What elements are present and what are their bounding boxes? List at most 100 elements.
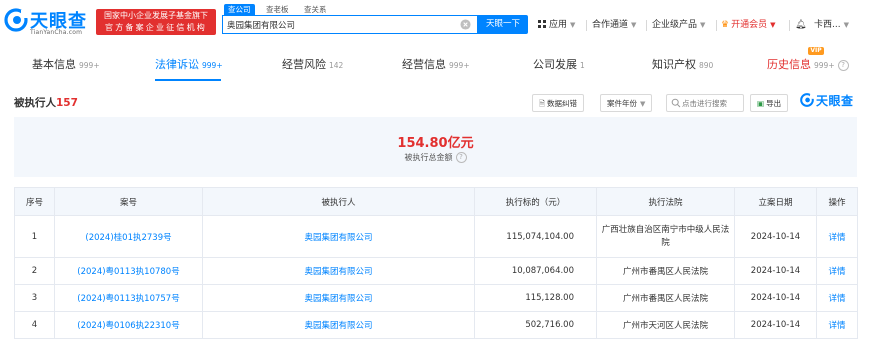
tab-count: 999+ <box>449 61 470 70</box>
tab-development[interactable]: 公司发展 1 <box>533 50 585 82</box>
vip-badge: VIP <box>808 47 824 55</box>
logo-mark-icon <box>4 8 28 32</box>
detail-link[interactable]: 详情 <box>816 284 858 312</box>
table-search-input[interactable] <box>682 97 742 109</box>
cell-court: 广州市番禺区人民法院 <box>596 284 735 312</box>
logo-mark-icon <box>800 93 814 107</box>
cell-no: 1 <box>14 215 55 258</box>
search-button[interactable]: 天眼一下 <box>478 15 528 34</box>
section-count: 157 <box>56 97 78 109</box>
cell-amount: 115,128.00 <box>474 284 597 312</box>
total-amount-label-text: 被执行总金额 <box>404 153 453 162</box>
data-correction-button[interactable]: 🗎︎ 数据纠错 <box>532 94 585 112</box>
tab-basic-info[interactable]: 基本信息 999+ <box>32 50 100 82</box>
chevron-down-icon: ▼ <box>631 21 637 29</box>
clear-icon[interactable] <box>460 19 471 30</box>
total-amount: 154.80亿元 <box>397 136 474 151</box>
case-number-link[interactable]: (2024)桂01执2739号 <box>54 215 203 258</box>
nav-user[interactable]: 卡西... ▼ <box>814 19 849 32</box>
nav-app[interactable]: 应用 ▼ <box>538 19 575 32</box>
party-link[interactable]: 奥园集团有限公司 <box>202 215 475 258</box>
nav-partner-label: 合作通道 <box>592 20 629 30</box>
tab-risk[interactable]: 经营风险 142 <box>282 50 343 82</box>
chevron-down-icon: ▼ <box>770 21 776 29</box>
case-number-link[interactable]: (2024)粤0106执22310号 <box>54 311 203 339</box>
cell-no: 2 <box>14 257 55 285</box>
cell-date: 2024-10-14 <box>734 284 817 312</box>
section-logo-text: 天眼查 <box>816 94 854 108</box>
detail-link[interactable]: 详情 <box>816 311 858 339</box>
tab-label: 基本信息 <box>32 58 76 71</box>
tab-label: 经营信息 <box>402 58 446 71</box>
col-header-date: 立案日期 <box>734 187 817 216</box>
detail-link[interactable]: 详情 <box>816 257 858 285</box>
gov-badge-line1: 国家中小企业发展子基金旗下 <box>104 11 208 20</box>
tab-count: 999+ <box>814 61 835 70</box>
nav-enterprise[interactable]: 企业级产品 ▼ <box>652 19 705 32</box>
nav-divider <box>716 20 717 31</box>
party-link[interactable]: 奥园集团有限公司 <box>202 284 475 312</box>
tab-count: 999+ <box>79 61 100 70</box>
col-header-action: 操作 <box>816 187 858 216</box>
case-number-link[interactable]: (2024)粤0113执10757号 <box>54 284 203 312</box>
tab-label: 知识产权 <box>652 58 696 71</box>
tab-ip[interactable]: 知识产权 890 <box>652 50 713 82</box>
search-tab-company[interactable]: 查公司 <box>224 4 255 15</box>
section-title: 被执行人157 <box>14 95 78 110</box>
table-search <box>666 94 744 112</box>
party-link[interactable]: 奥园集团有限公司 <box>202 311 475 339</box>
case-year-filter[interactable]: 案件年份 ▼ <box>600 94 653 112</box>
search-input[interactable] <box>227 17 455 32</box>
help-icon[interactable]: ? <box>455 152 467 163</box>
total-amount-label: 被执行总金额? <box>14 152 857 163</box>
party-link[interactable]: 奥园集团有限公司 <box>202 257 475 285</box>
chevron-down-icon: ▼ <box>570 21 576 29</box>
cell-amount: 10,087,064.00 <box>474 257 597 285</box>
nav-divider <box>586 20 587 31</box>
nav-enterprise-label: 企业级产品 <box>652 20 698 30</box>
logo-subtext: TianYanCha.com <box>30 29 83 36</box>
tab-history[interactable]: 历史信息 999+? <box>767 50 849 82</box>
search-tab-relation[interactable]: 查关系 <box>304 4 327 15</box>
col-header-party: 被执行人 <box>202 187 475 216</box>
summary-panel: 154.80亿元 被执行总金额? <box>14 117 857 177</box>
case-number-link[interactable]: (2024)粤0113执10780号 <box>54 257 203 285</box>
nav-vip[interactable]: ♛ 开通会员 ▼ <box>721 19 775 32</box>
nav-notifications[interactable]: 🔔︎ <box>795 19 806 32</box>
col-header-court: 执行法院 <box>596 187 735 216</box>
tab-count: 890 <box>699 61 714 70</box>
cell-court: 广西壮族自治区南宁市中级人民法院 <box>596 215 735 258</box>
table-row: 4 (2024)粤0106执22310号 奥园集团有限公司 502,716.00… <box>14 311 858 339</box>
table-header-row: 序号 案号 被执行人 执行标的（元） 执行法院 立案日期 操作 <box>14 187 858 216</box>
col-header-case: 案号 <box>54 187 203 216</box>
detail-link[interactable]: 详情 <box>816 215 858 258</box>
tab-label: 公司发展 <box>533 58 577 71</box>
cell-amount: 115,074,104.00 <box>474 215 597 258</box>
tab-count: 142 <box>329 61 344 70</box>
export-button[interactable]: ▣ 导出 <box>750 94 789 112</box>
edit-icon: 🗎︎ <box>539 99 546 108</box>
search-tab-boss[interactable]: 查老板 <box>266 4 289 15</box>
nav-app-label: 应用 <box>549 20 568 30</box>
export-label: 导出 <box>766 99 782 108</box>
bell-icon: 🔔︎ <box>795 20 807 30</box>
tab-legal[interactable]: 法律诉讼 999+ <box>155 50 223 82</box>
excel-icon: ▣ <box>757 99 765 108</box>
tab-count: 1 <box>580 61 585 70</box>
active-tab-underline <box>155 79 221 81</box>
module-tabs: 基本信息 999+ 法律诉讼 999+ 经营风险 142 经营信息 999+ 公司发展 1… <box>0 50 870 82</box>
gov-badge[interactable]: 国家中小企业发展子基金旗下 官方备案企业征信机构 <box>96 9 216 35</box>
tab-label: 经营风险 <box>282 58 326 71</box>
help-icon[interactable]: ? <box>837 59 849 71</box>
section-header: 被执行人157 🗎︎数据纠错 案件年份▼ ▣导出 天眼查 <box>0 86 870 116</box>
cell-date: 2024-10-14 <box>734 215 817 258</box>
nav-partner[interactable]: 合作通道 ▼ <box>592 19 636 32</box>
tab-operation[interactable]: 经营信息 999+ <box>402 50 470 82</box>
gov-badge-line2: 官方备案企业征信机构 <box>105 23 207 32</box>
tianyancha-logo[interactable]: 天眼查 TianYanCha.com <box>4 6 96 38</box>
cell-no: 3 <box>14 284 55 312</box>
chevron-down-icon: ▼ <box>843 21 849 29</box>
cell-court: 广州市天河区人民法院 <box>596 311 735 339</box>
col-header-amount: 执行标的（元） <box>474 187 597 216</box>
col-header-no: 序号 <box>14 187 55 216</box>
